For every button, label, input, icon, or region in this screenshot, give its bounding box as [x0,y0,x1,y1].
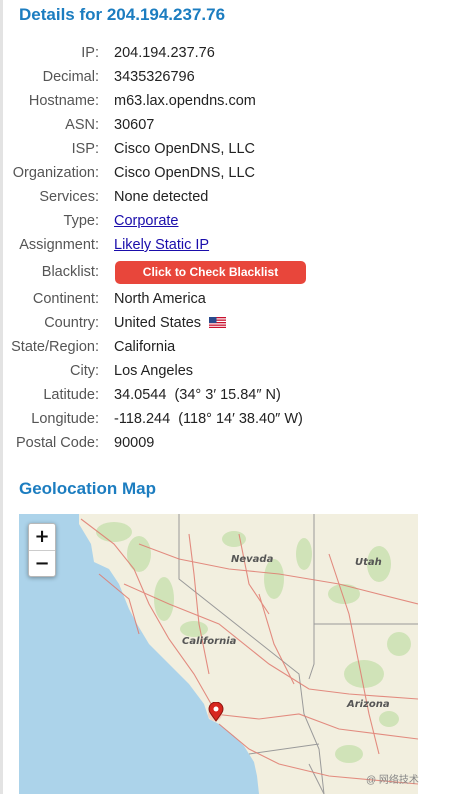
field-value: 90009 [114,435,155,451]
details-title: Details for 204.194.237.76 [19,5,226,24]
field-label: Assignment: [19,237,99,253]
field-label: IP: [81,45,99,61]
check-blacklist-button[interactable]: Click to Check Blacklist Status [115,261,306,302]
field-value: Los Angeles [114,363,194,379]
field-continent: Continent: North America [0,288,440,310]
field-label: Longitude: [31,411,99,427]
field-label: Country: [44,315,99,331]
map-title: Geolocation Map [19,479,156,498]
map-label-california: California [182,636,237,647]
field-value: 3435326796 [114,69,195,85]
field-longitude: Longitude: -118.244 (118° 14′ 38.40″ W) [0,408,440,430]
map-label-arizona: Arizona [347,699,390,710]
zoom-out-button[interactable]: − [29,550,55,577]
field-label: Decimal: [42,69,99,85]
field-value: 30607 [114,117,155,133]
zoom-in-button[interactable]: + [29,524,55,550]
field-postal-code: Postal Code: 90009 [0,432,440,454]
field-label: Postal Code: [15,435,99,451]
map-label-utah: Utah [355,557,382,568]
map-tiles [19,514,418,794]
field-state: State/Region: California [0,336,440,358]
geolocation-map[interactable]: Nevada Utah California Arizona + − [19,514,418,794]
map-label-nevada: Nevada [231,554,274,565]
field-value: m63.lax.opendns.com [114,93,256,109]
field-asn: ASN: 30607 [0,114,440,136]
map-pin-icon[interactable] [207,702,225,722]
field-label: City: [70,363,99,379]
field-organization: Organization: Cisco OpenDNS, LLC [0,162,440,184]
field-label: Type: [63,213,99,229]
field-label: Blacklist: [41,264,99,280]
field-decimal: Decimal: 3435326796 [0,66,440,88]
field-value: 204.194.237.76 [114,45,215,61]
type-link[interactable]: Corporate [114,213,178,229]
field-latitude: Latitude: 34.0544 (34° 3′ 15.84″ N) [0,384,440,406]
field-ip: IP: 204.194.237.76 [0,42,440,64]
field-label: Organization: [12,165,99,181]
us-flag-icon [209,317,227,328]
field-label: ISP: [71,141,99,157]
field-blacklist: Blacklist: Click to Check Blacklist Stat… [0,259,440,302]
field-value: Cisco OpenDNS, LLC [114,165,256,181]
field-assignment: Assignment: Likely Static IP [0,234,440,256]
field-value: California [114,339,176,355]
field-value: None detected [114,189,209,205]
field-hostname: Hostname: m63.lax.opendns.com [0,90,440,112]
assignment-link[interactable]: Likely Static IP [114,237,209,253]
field-services: Services: None detected [0,186,440,208]
watermark: @ 网络技术 [366,775,419,786]
field-value: Cisco OpenDNS, LLC [114,141,256,157]
field-value: 34.0544 (34° 3′ 15.84″ N) [114,387,281,403]
field-label: Services: [39,189,99,205]
field-value: North America [114,291,206,307]
field-label: Continent: [32,291,99,307]
field-label: ASN: [65,117,99,133]
field-country: Country: United States [0,312,440,334]
field-type: Type: Corporate [0,210,440,232]
field-label: Hostname: [28,93,99,109]
field-label: Latitude: [43,387,99,403]
field-city: City: Los Angeles [0,360,440,382]
field-value: -118.244 (118° 14′ 38.40″ W) [114,411,303,427]
field-label: State/Region: [11,339,99,355]
field-value: United States [114,315,202,331]
zoom-control: + − [28,523,56,577]
field-isp: ISP: Cisco OpenDNS, LLC [0,138,440,160]
